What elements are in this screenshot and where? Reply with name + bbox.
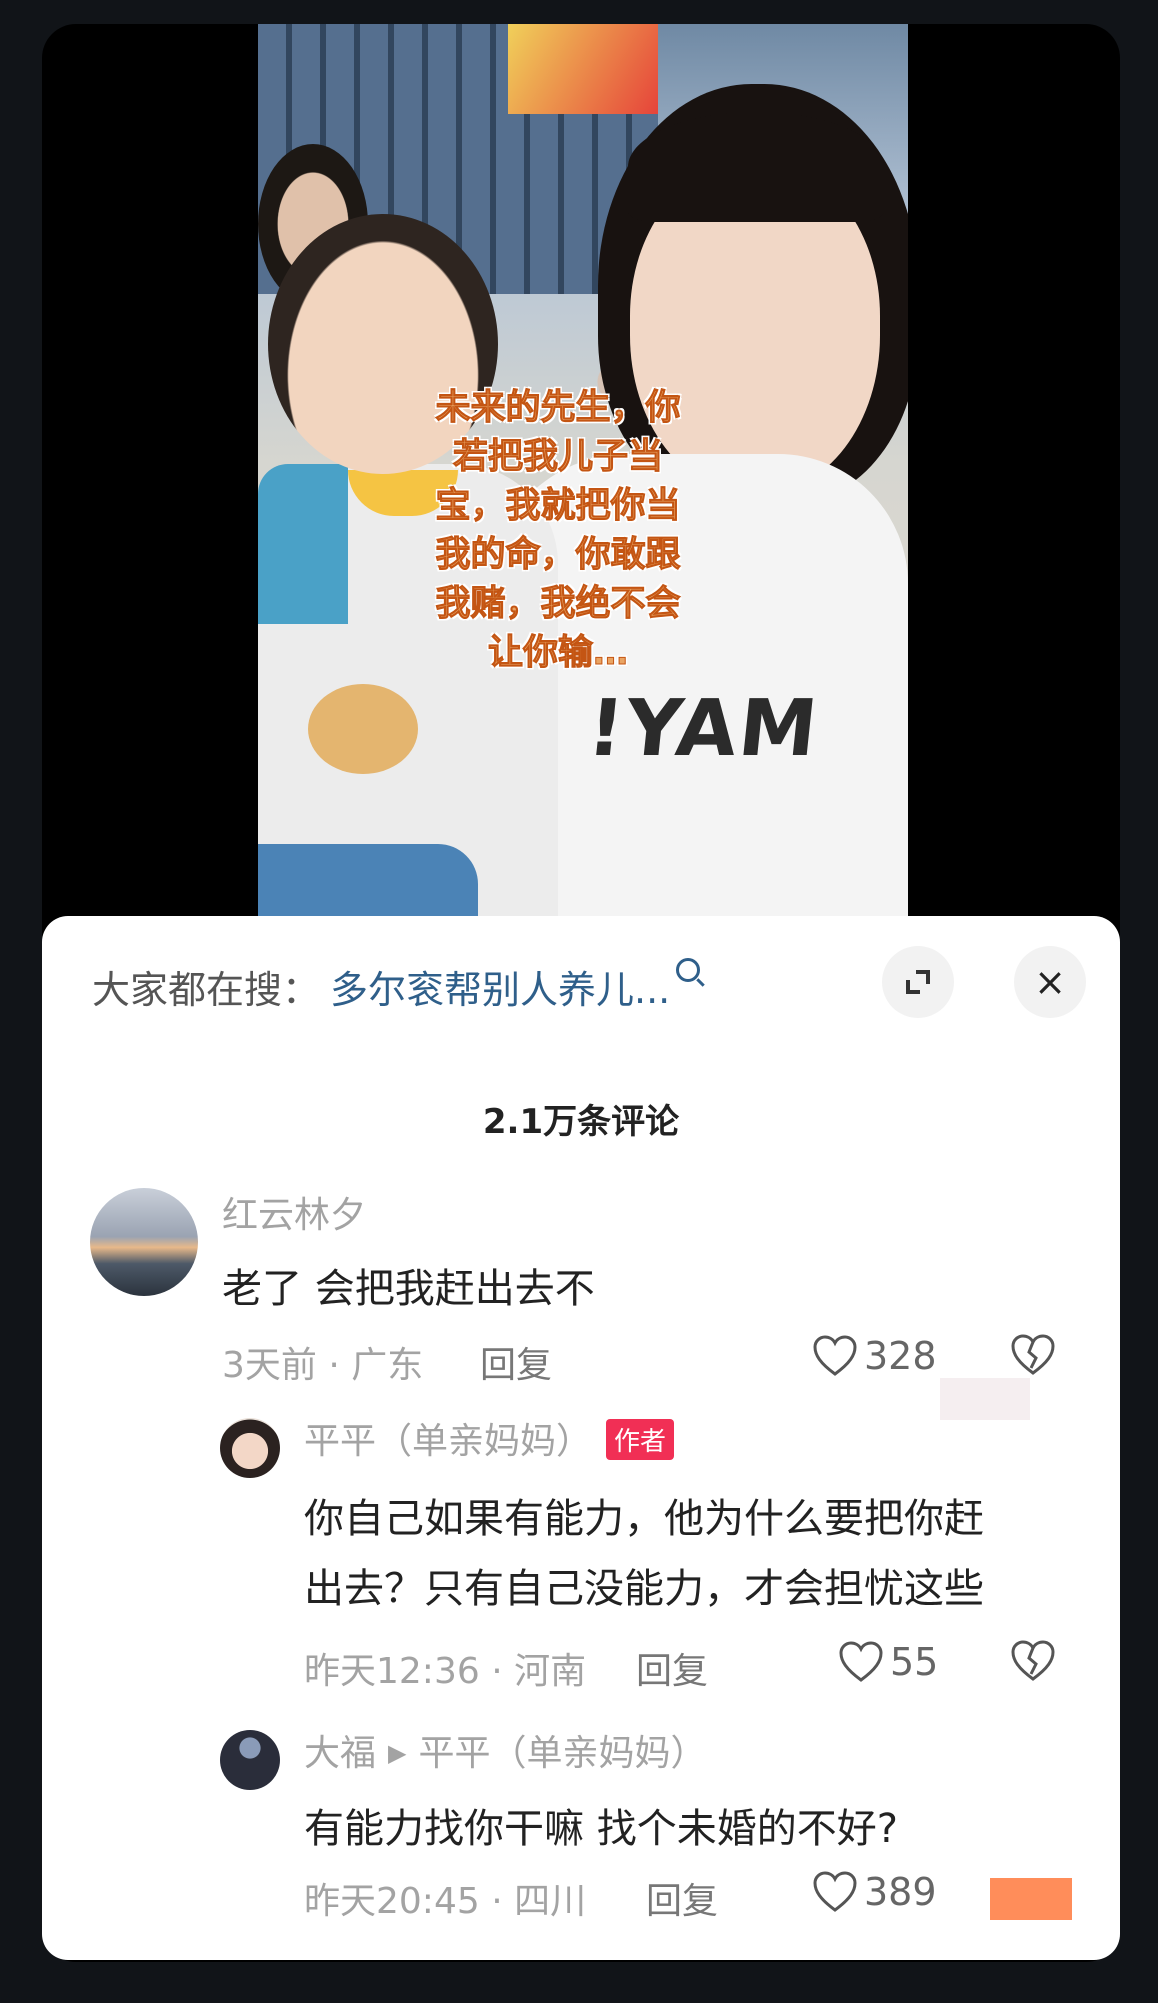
heart-icon <box>839 1641 883 1682</box>
shirt-text: !YAM <box>583 684 824 774</box>
caption-line: 若把我儿子当 <box>452 437 663 478</box>
shirt-lion-print <box>308 684 418 774</box>
reply-text-line: 你自己如果有能力，他为什么要把你赶 <box>304 1496 984 1542</box>
heart-icon <box>813 1871 857 1912</box>
avatar[interactable] <box>90 1188 198 1296</box>
search-suggestion[interactable]: 大家都在搜： 多尔衮帮别人养儿... <box>92 956 701 1016</box>
like-button[interactable]: 55 <box>838 1640 938 1684</box>
search-term-link[interactable]: 多尔衮帮别人养儿... <box>330 959 670 1014</box>
dislike-button[interactable] <box>1010 1640 1062 1682</box>
like-count: 55 <box>890 1640 939 1684</box>
expand-button[interactable] <box>882 946 954 1018</box>
reply-text: 有能力找你干嘛 找个未婚的不好? <box>304 1806 898 1852</box>
like-button[interactable]: 389 <box>812 1870 937 1914</box>
video-caption: 未来的先生，你 若把我儿子当 宝，我就把你当 我的命，你敢跟 我赌，我绝不会 让… <box>408 384 708 678</box>
background-banner <box>508 24 658 114</box>
caption-line: 我的命，你敢跟 <box>435 535 681 576</box>
caption-line: 让你输… <box>487 633 628 674</box>
heart-icon <box>813 1335 857 1376</box>
close-icon: × <box>1034 960 1066 1004</box>
comment-text: 老了 会把我赶出去不 <box>222 1266 595 1312</box>
overlay-patch <box>940 1378 1030 1420</box>
comment-count: 2.1万条评论 <box>482 1102 680 1142</box>
dislike-button[interactable] <box>1010 1334 1062 1376</box>
comments-sheet: 大家都在搜： 多尔衮帮别人养儿... × 2.1万条评论 红云林夕 老了 会把我… <box>42 916 1120 1960</box>
broken-heart-icon <box>1011 1640 1055 1681</box>
comment-username[interactable]: 红云林夕 <box>222 1186 366 1238</box>
reply-text-line: 出去？只有自己没能力，才会担忧这些 <box>304 1566 984 1612</box>
search-icon[interactable] <box>676 958 701 982</box>
reply-meta: 昨天12:36 · 河南 <box>304 1651 587 1692</box>
caption-line: 宝，我就把你当 <box>435 486 681 527</box>
overlay-patch <box>990 1878 1072 1920</box>
reply-button[interactable]: 回复 <box>480 1336 552 1388</box>
reply-username-text: 平平（单亲妈妈） <box>304 1421 593 1462</box>
boy-sleeve <box>258 464 348 624</box>
like-button[interactable]: 328 <box>812 1334 937 1378</box>
reply-arrow-icon: ▶ <box>388 1739 407 1767</box>
comment-meta: 3天前 · 广东 <box>222 1345 424 1386</box>
caption-line: 未来的先生，你 <box>435 388 681 429</box>
reply-meta: 昨天20:45 · 四川 <box>304 1881 587 1922</box>
author-badge: 作者 <box>606 1418 675 1460</box>
search-label: 大家都在搜： <box>92 967 321 1012</box>
woman-bangs <box>628 112 884 222</box>
close-button[interactable]: × <box>1014 946 1086 1018</box>
reply-username[interactable]: 平平（单亲妈妈） 作者 <box>304 1412 675 1464</box>
reply-button[interactable]: 回复 <box>646 1872 718 1924</box>
caption-line: 我赌，我绝不会 <box>435 584 681 625</box>
avatar[interactable] <box>220 1730 280 1790</box>
broken-heart-icon <box>1011 1334 1055 1375</box>
reply-username[interactable]: 大福 <box>304 1733 376 1774</box>
reply-header: 大福 ▶ 平平（单亲妈妈） <box>304 1724 707 1776</box>
reply-target-username[interactable]: 平平（单亲妈妈） <box>418 1733 706 1774</box>
expand-icon <box>906 970 930 994</box>
video-player[interactable]: !YAM 未来的先生，你 若把我儿子当 宝，我就把你当 我的命，你敢跟 我赌，我… <box>258 24 908 942</box>
avatar[interactable] <box>220 1418 280 1478</box>
like-count: 389 <box>864 1870 937 1914</box>
like-count: 328 <box>864 1334 937 1378</box>
reply-button[interactable]: 回复 <box>636 1642 708 1694</box>
